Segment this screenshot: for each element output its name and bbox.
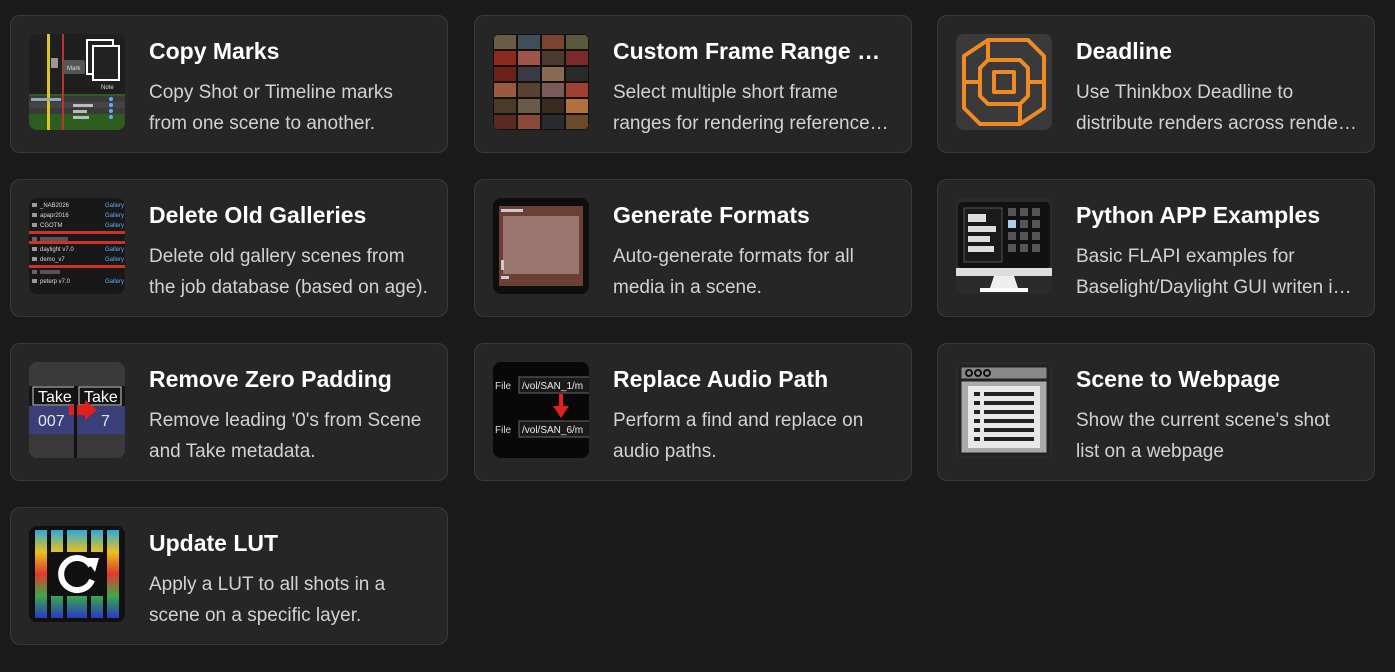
gallery-tag-3: Gallery — [105, 223, 124, 229]
app-description: Show the current scene's shot list on a … — [1076, 410, 1330, 462]
app-title: Replace Audio Path — [613, 366, 829, 392]
take-padding-icon: Take Take 007 7 — [29, 362, 125, 458]
take-value-trimmed: 7 — [101, 413, 110, 430]
file-label-1: File — [495, 381, 512, 392]
app-title: Delete Old Galleries — [149, 202, 367, 228]
app-card-update-lut[interactable]: Update LUT Apply a LUT to all shots in a… — [10, 507, 448, 645]
svg-text:Mark: Mark — [67, 66, 81, 72]
app-description: Auto-generate formats for all media in a… — [613, 246, 854, 298]
app-card-deadline[interactable]: Deadline Use Thinkbox Deadline to distri… — [937, 15, 1375, 153]
gallery-tag-1: Gallery — [105, 203, 124, 209]
app-description: Use Thinkbox Deadline to distribute rend… — [1076, 82, 1345, 134]
gallery-tag-2: Gallery — [105, 213, 124, 219]
monitor-app-icon — [956, 198, 1052, 294]
app-title: Copy Marks — [149, 38, 280, 64]
app-title: Custom Frame Range Selection — [613, 38, 895, 64]
refresh-lut-icon — [29, 526, 125, 622]
gallery-tag-4: Gallery — [105, 247, 124, 253]
path-before: /vol/SAN_1/m — [522, 381, 583, 392]
deadline-logo-icon — [956, 34, 1052, 130]
app-title: Python APP Examples — [1076, 202, 1321, 228]
app-description: Select multiple short frame ranges for r… — [613, 82, 870, 134]
format-frame-icon — [493, 198, 589, 294]
audio-path-icon: File /vol/SAN_1/m File /vol/SAN_6/m — [493, 362, 589, 458]
app-card-remove-zero-padding[interactable]: Take Take 007 7 Remove Zero Padding Remo… — [10, 343, 448, 481]
app-card-delete-old-galleries[interactable]: _NAB2026 Gallery apapr2016 Gallery CGOTM… — [10, 179, 448, 317]
app-description: Delete old gallery scenes from the job d… — [149, 246, 428, 298]
gallery-row-1: _NAB2026 — [39, 203, 70, 209]
path-after: /vol/SAN_6/m — [522, 425, 583, 436]
gallery-row-3: CGOTM — [40, 223, 62, 229]
app-card-scene-to-webpage[interactable]: Scene to Webpage Show the current scene'… — [937, 343, 1375, 481]
gallery-list-icon: _NAB2026 Gallery apapr2016 Gallery CGOTM… — [29, 198, 125, 294]
app-title: Deadline — [1076, 38, 1172, 64]
app-description: Remove leading '0's from Scene and Take … — [149, 410, 422, 462]
app-description: Basic FLAPI examples for Baselight/Dayli… — [1076, 246, 1344, 298]
app-title: Generate Formats — [613, 202, 810, 228]
gallery-row-4: daylight v7.0 — [40, 247, 74, 253]
app-description: Apply a LUT to all shots in a scene on a… — [149, 574, 386, 626]
gallery-row-6: peterp v7.0 — [40, 279, 71, 285]
app-card-custom-frame-range[interactable]: Custom Frame Range Selection Select mult… — [474, 15, 912, 153]
copy-marks-icon: Mark Note — [29, 34, 125, 130]
gallery-row-5: demo_v7 — [40, 257, 65, 263]
webpage-list-icon — [956, 362, 1052, 458]
app-card-copy-marks[interactable]: Mark Note Copy Marks Copy Shot or Timeli… — [10, 15, 448, 153]
file-label-2: File — [495, 425, 512, 436]
app-title: Remove Zero Padding — [149, 366, 392, 392]
gallery-tag-5: Gallery — [105, 257, 124, 263]
take-value-padded: 007 — [38, 413, 65, 430]
frame-grid-icon — [493, 34, 589, 130]
gallery-row-2: apapr2016 — [40, 213, 69, 219]
app-card-python-app-examples[interactable]: Python APP Examples Basic FLAPI examples… — [937, 179, 1375, 317]
app-card-generate-formats[interactable]: Generate Formats Auto-generate formats f… — [474, 179, 912, 317]
gallery-tag-6: Gallery — [105, 279, 124, 285]
app-description: Perform a find and replace on audio path… — [613, 410, 864, 462]
app-title: Update LUT — [149, 530, 279, 556]
svg-text:Note: Note — [101, 85, 114, 91]
app-card-replace-audio-path[interactable]: File /vol/SAN_1/m File /vol/SAN_6/m Repl… — [474, 343, 912, 481]
app-description: Copy Shot or Timeline marks from one sce… — [149, 82, 393, 134]
take-header-left: Take — [38, 389, 72, 406]
app-title: Scene to Webpage — [1076, 366, 1281, 392]
